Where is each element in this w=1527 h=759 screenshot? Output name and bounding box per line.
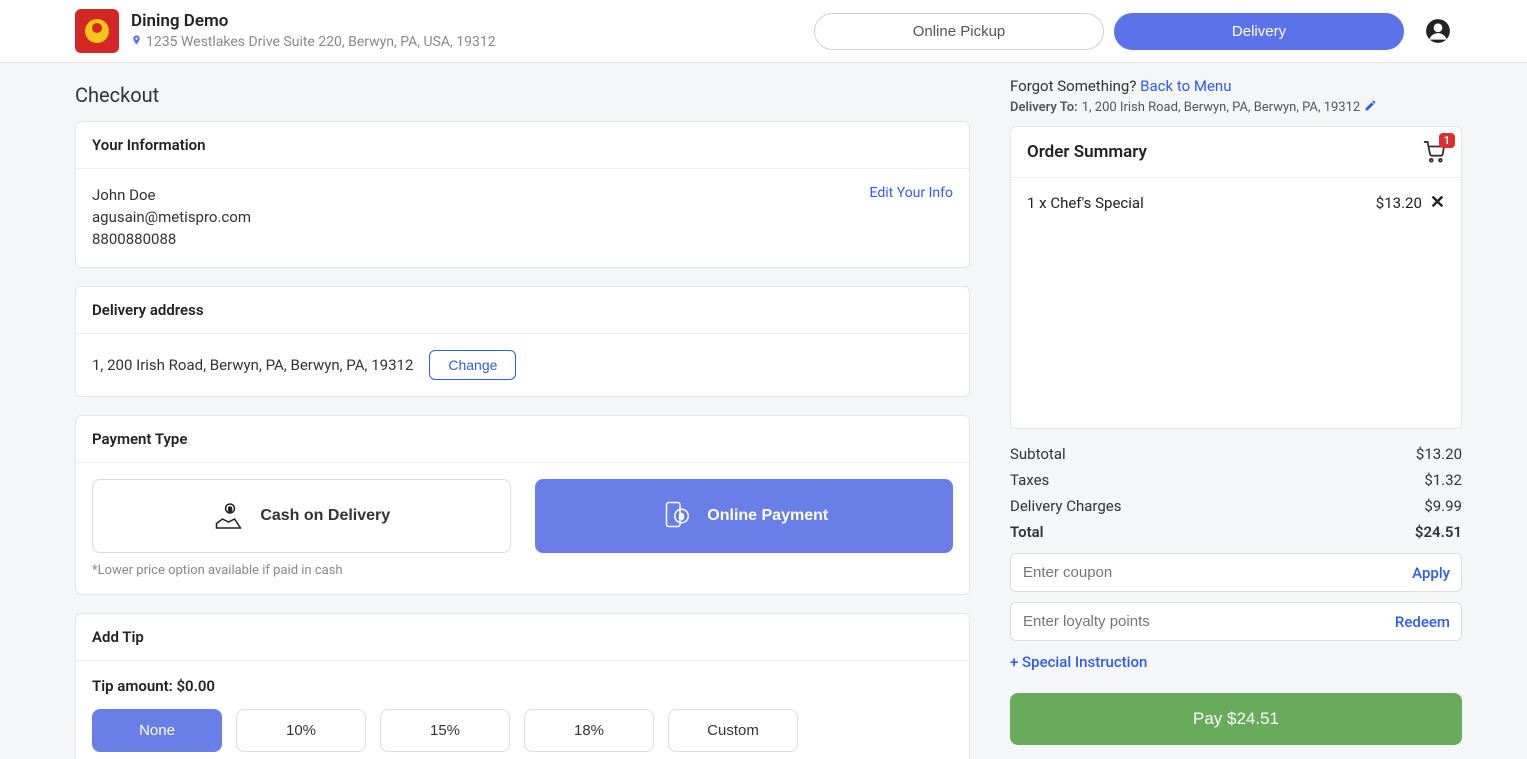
- cash-on-delivery-label: Cash on Delivery: [260, 507, 390, 525]
- cash-icon: $: [212, 498, 248, 534]
- online-payment-icon: $: [659, 498, 695, 534]
- tip-18-button[interactable]: 18%: [524, 709, 654, 752]
- delivery-toggle[interactable]: Delivery: [1114, 13, 1404, 50]
- redeem-loyalty-button[interactable]: Redeem: [1395, 613, 1450, 631]
- back-to-menu-link[interactable]: Back to Menu: [1140, 77, 1231, 95]
- remove-item-icon[interactable]: ✕: [1430, 192, 1445, 213]
- taxes-label: Taxes: [1010, 471, 1049, 489]
- edit-info-link[interactable]: Edit Your Info: [870, 185, 953, 201]
- payment-type-title: Payment Type: [76, 416, 969, 463]
- taxes-value: $1.32: [1424, 471, 1462, 489]
- delivery-to-line: Delivery To: 1, 200 Irish Road, Berwyn, …: [1010, 99, 1462, 116]
- tip-10-button[interactable]: 10%: [236, 709, 366, 752]
- payment-note: *Lower price option available if paid in…: [92, 563, 953, 578]
- add-tip-card: Add Tip Tip amount: $0.00 None 10% 15% 1…: [75, 613, 970, 759]
- delivery-to-label: Delivery To:: [1010, 100, 1078, 115]
- forgot-something-line: Forgot Something? Back to Menu: [1010, 77, 1462, 95]
- cart-icon-wrap[interactable]: 1: [1423, 141, 1445, 163]
- map-pin-icon: [131, 33, 142, 51]
- summary-items-list: 1 x Chef's Special $13.20 ✕: [1011, 178, 1461, 428]
- restaurant-title: Dining Demo: [131, 11, 496, 31]
- header-right: Online Pickup Delivery: [814, 13, 1452, 50]
- header: Dining Demo 1235 Westlakes Drive Suite 2…: [0, 0, 1527, 63]
- tip-custom-button[interactable]: Custom: [668, 709, 798, 752]
- tip-none-button[interactable]: None: [92, 709, 222, 752]
- add-tip-title: Add Tip: [76, 614, 969, 661]
- delivery-to-address: 1, 200 Irish Road, Berwyn, PA, Berwyn, P…: [1082, 100, 1361, 115]
- restaurant-logo: [75, 9, 119, 53]
- subtotal-label: Subtotal: [1010, 445, 1066, 463]
- svg-text:$: $: [680, 512, 685, 521]
- order-type-toggle: Online Pickup Delivery: [814, 13, 1404, 50]
- order-summary-column: Forgot Something? Back to Menu Delivery …: [980, 63, 1527, 759]
- header-left: Dining Demo 1235 Westlakes Drive Suite 2…: [75, 9, 496, 53]
- summary-item: 1 x Chef's Special $13.20 ✕: [1027, 192, 1445, 213]
- customer-phone: 8800880088: [92, 229, 251, 250]
- your-information-card: Your Information John Doe agusain@metisp…: [75, 121, 970, 268]
- customer-info-block: John Doe agusain@metispro.com 8800880088: [92, 185, 251, 251]
- coupon-input[interactable]: [1010, 553, 1462, 592]
- your-information-title: Your Information: [76, 122, 969, 169]
- account-icon[interactable]: [1424, 17, 1452, 45]
- item-price: $13.20: [1376, 194, 1422, 212]
- customer-name: John Doe: [92, 185, 251, 206]
- total-value: $24.51: [1415, 523, 1462, 541]
- online-payment-label: Online Payment: [707, 507, 828, 525]
- order-summary-card: Order Summary 1 1 x Chef's Special $13.2…: [1010, 126, 1462, 429]
- payment-type-card: Payment Type $ Cash on Delivery $ Online…: [75, 415, 970, 595]
- delivery-address-text: 1, 200 Irish Road, Berwyn, PA, Berwyn, P…: [92, 356, 413, 374]
- order-summary-title: Order Summary: [1027, 142, 1147, 162]
- restaurant-address-line: 1235 Westlakes Drive Suite 220, Berwyn, …: [131, 33, 496, 51]
- delivery-address-title: Delivery address: [76, 287, 969, 334]
- customer-email: agusain@metispro.com: [92, 207, 251, 228]
- special-instruction-link[interactable]: + Special Instruction: [1010, 653, 1462, 671]
- delivery-charges-value: $9.99: [1424, 497, 1462, 515]
- page-title: Checkout: [75, 83, 970, 107]
- title-block: Dining Demo 1235 Westlakes Drive Suite 2…: [131, 11, 496, 51]
- main-content: Checkout Your Information John Doe agusa…: [0, 63, 1527, 759]
- tip-15-button[interactable]: 15%: [380, 709, 510, 752]
- apply-coupon-button[interactable]: Apply: [1412, 564, 1450, 582]
- restaurant-address: 1235 Westlakes Drive Suite 220, Berwyn, …: [146, 34, 496, 50]
- change-address-button[interactable]: Change: [429, 350, 516, 380]
- delivery-address-card: Delivery address 1, 200 Irish Road, Berw…: [75, 286, 970, 397]
- cart-count-badge: 1: [1439, 133, 1455, 148]
- coupon-row: Apply: [1010, 553, 1462, 592]
- loyalty-row: Redeem: [1010, 602, 1462, 641]
- totals-block: Subtotal $13.20 Taxes $1.32 Delivery Cha…: [1010, 441, 1462, 553]
- pay-button[interactable]: Pay $24.51: [1010, 693, 1462, 745]
- edit-address-icon[interactable]: [1364, 99, 1377, 116]
- pickup-toggle[interactable]: Online Pickup: [814, 13, 1104, 50]
- delivery-charges-label: Delivery Charges: [1010, 497, 1122, 515]
- checkout-column: Checkout Your Information John Doe agusa…: [0, 63, 980, 759]
- subtotal-value: $13.20: [1416, 445, 1462, 463]
- tip-amount-label: Tip amount: $0.00: [92, 677, 953, 695]
- cash-on-delivery-button[interactable]: $ Cash on Delivery: [92, 479, 511, 553]
- item-name: 1 x Chef's Special: [1027, 194, 1144, 212]
- total-label: Total: [1010, 523, 1044, 541]
- online-payment-button[interactable]: $ Online Payment: [535, 479, 954, 553]
